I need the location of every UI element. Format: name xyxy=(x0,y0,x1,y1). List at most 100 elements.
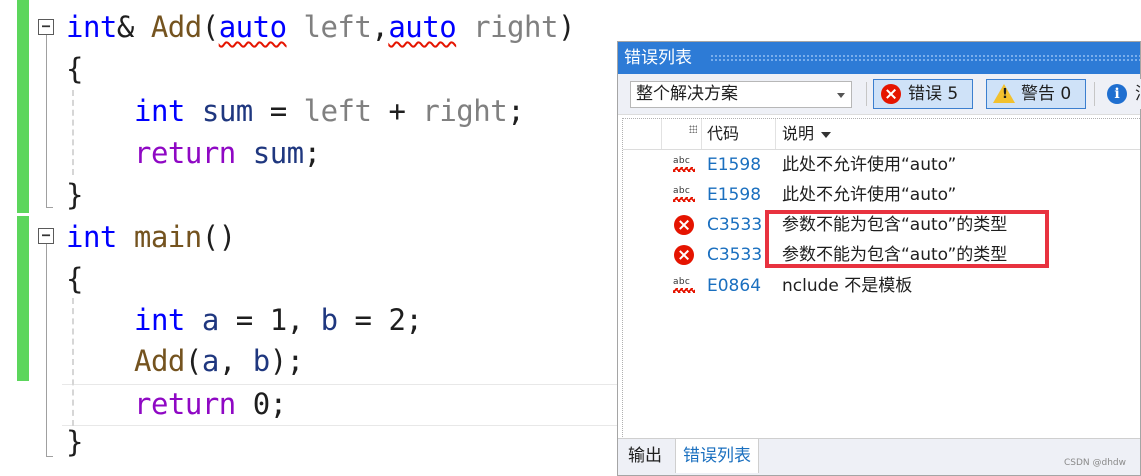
function-name: Add xyxy=(134,344,185,378)
errors-filter-label: 错误 5 xyxy=(908,84,959,104)
warnings-filter-label: 警告 0 xyxy=(1021,84,1072,104)
warning-icon: ! xyxy=(993,84,1015,103)
column-separator xyxy=(661,119,662,149)
scope-dropdown[interactable]: 整个解决方案 xyxy=(630,81,852,108)
column-header-description-label: 说明 xyxy=(782,124,815,143)
local-variable: a xyxy=(201,303,219,337)
code-line-11[interactable]: } xyxy=(66,422,83,462)
panel-tab-strip: 输出 错误列表 xyxy=(618,438,1140,475)
function-name: Add xyxy=(150,10,202,44)
collapse-toggle-main[interactable]: − xyxy=(38,228,54,244)
error-icon xyxy=(674,215,694,235)
change-indicator-bar xyxy=(17,0,29,213)
fold-region-line xyxy=(46,244,47,456)
punct: ) xyxy=(557,10,575,44)
error-list-grid[interactable]: 代码 说明 abc E1598 此处不允许使用“auto” abc E1598 … xyxy=(622,118,1140,439)
error-code[interactable]: E1598 xyxy=(707,150,761,180)
keyword: return xyxy=(134,387,236,421)
spell-squiggle-icon: abc xyxy=(673,186,695,204)
column-filter-icon[interactable] xyxy=(689,125,697,133)
punct: () xyxy=(201,220,236,254)
error-code[interactable]: C3533 xyxy=(707,210,762,240)
keyword: int xyxy=(134,94,185,128)
error-list-toolbar: 整个解决方案 错误 5 ! 警告 0 i 消 xyxy=(618,74,1141,115)
toolbar-separator xyxy=(1094,82,1095,106)
code-line-7[interactable]: { xyxy=(66,259,83,299)
column-separator xyxy=(701,119,702,149)
code-line-3[interactable]: int sum = left + right; xyxy=(134,91,525,131)
scope-value: 整个解决方案 xyxy=(636,84,738,104)
error-row[interactable]: abc E1598 此处不允许使用“auto” xyxy=(623,150,1140,180)
messages-filter-button[interactable]: i 消 xyxy=(1100,79,1141,109)
collapse-toggle-add[interactable]: − xyxy=(38,19,54,35)
toolbar-separator xyxy=(866,82,867,106)
panel-title: 错误列表 xyxy=(624,48,692,68)
sort-descending-icon xyxy=(821,131,832,138)
code-line-4[interactable]: return sum; xyxy=(134,133,321,173)
keyword-error: auto xyxy=(218,10,287,44)
abc-text: abc xyxy=(673,277,691,287)
fold-region-end xyxy=(46,207,53,208)
punct: ( xyxy=(201,10,219,44)
punct: , xyxy=(218,344,253,378)
error-row[interactable]: abc E0864 nclude 不是模板 xyxy=(623,271,1140,301)
operator: = 2; xyxy=(337,303,423,337)
indent-guide xyxy=(72,298,74,426)
error-code[interactable]: E0864 xyxy=(707,271,761,301)
local-variable: a xyxy=(201,344,219,378)
error-icon xyxy=(881,84,901,104)
parameter: left xyxy=(303,94,372,128)
punct: ; xyxy=(303,136,321,170)
abc-text: abc xyxy=(673,156,691,166)
change-indicator-bar xyxy=(17,216,29,381)
error-description: 此处不允许使用“auto” xyxy=(782,185,957,205)
keyword-error: auto xyxy=(388,10,457,44)
indent-guide xyxy=(72,90,74,175)
code-line-6[interactable]: int main() xyxy=(66,217,236,257)
literal: 0; xyxy=(235,387,287,421)
code-line-10[interactable]: return 0; xyxy=(134,384,287,424)
column-header-code[interactable]: 代码 xyxy=(707,119,739,149)
column-separator xyxy=(775,119,776,149)
function-name: main xyxy=(133,220,202,254)
error-code[interactable]: C3533 xyxy=(707,240,762,270)
info-icon: i xyxy=(1107,84,1127,104)
code-line-9[interactable]: Add(a, b); xyxy=(134,341,304,381)
fold-region-line xyxy=(46,35,47,207)
warnings-filter-button[interactable]: ! 警告 0 xyxy=(986,79,1086,109)
tab-error-list[interactable]: 错误列表 xyxy=(675,439,759,473)
watermark: CSDN @dhdw xyxy=(1063,458,1126,468)
errors-filter-button[interactable]: 错误 5 xyxy=(873,79,973,109)
operator: = xyxy=(252,94,304,128)
parameter: right xyxy=(473,10,558,44)
keyword: int xyxy=(134,303,185,337)
code-line-5[interactable]: } xyxy=(66,175,83,215)
local-variable: b xyxy=(252,344,270,378)
chevron-down-icon xyxy=(837,93,845,98)
messages-filter-label: 消 xyxy=(1135,84,1141,104)
tab-output[interactable]: 输出 xyxy=(621,439,669,473)
parameter: right xyxy=(422,94,508,128)
error-row[interactable]: abc E1598 此处不允许使用“auto” xyxy=(623,180,1140,210)
panel-title-bar[interactable]: 错误列表 xyxy=(618,42,1140,74)
error-description: 此处不允许使用“auto” xyxy=(782,155,957,175)
code-line-8[interactable]: int a = 1, b = 2; xyxy=(134,300,423,340)
drag-grip[interactable] xyxy=(710,54,1140,62)
punct: & xyxy=(116,10,134,44)
error-description: nclude 不是模板 xyxy=(782,276,913,296)
keyword: int xyxy=(66,220,117,254)
error-code[interactable]: E1598 xyxy=(707,180,761,210)
column-header-description[interactable]: 说明 xyxy=(782,119,832,149)
grid-header: 代码 说明 xyxy=(623,119,1140,150)
fold-region-end xyxy=(46,456,53,457)
punct: ; xyxy=(507,94,525,128)
warning-glyph: ! xyxy=(1002,87,1008,102)
local-variable: b xyxy=(320,303,338,337)
punct: , xyxy=(371,10,389,44)
code-line-1[interactable]: int& Add(auto left,auto right) xyxy=(66,7,575,47)
code-line-2[interactable]: { xyxy=(66,49,83,89)
